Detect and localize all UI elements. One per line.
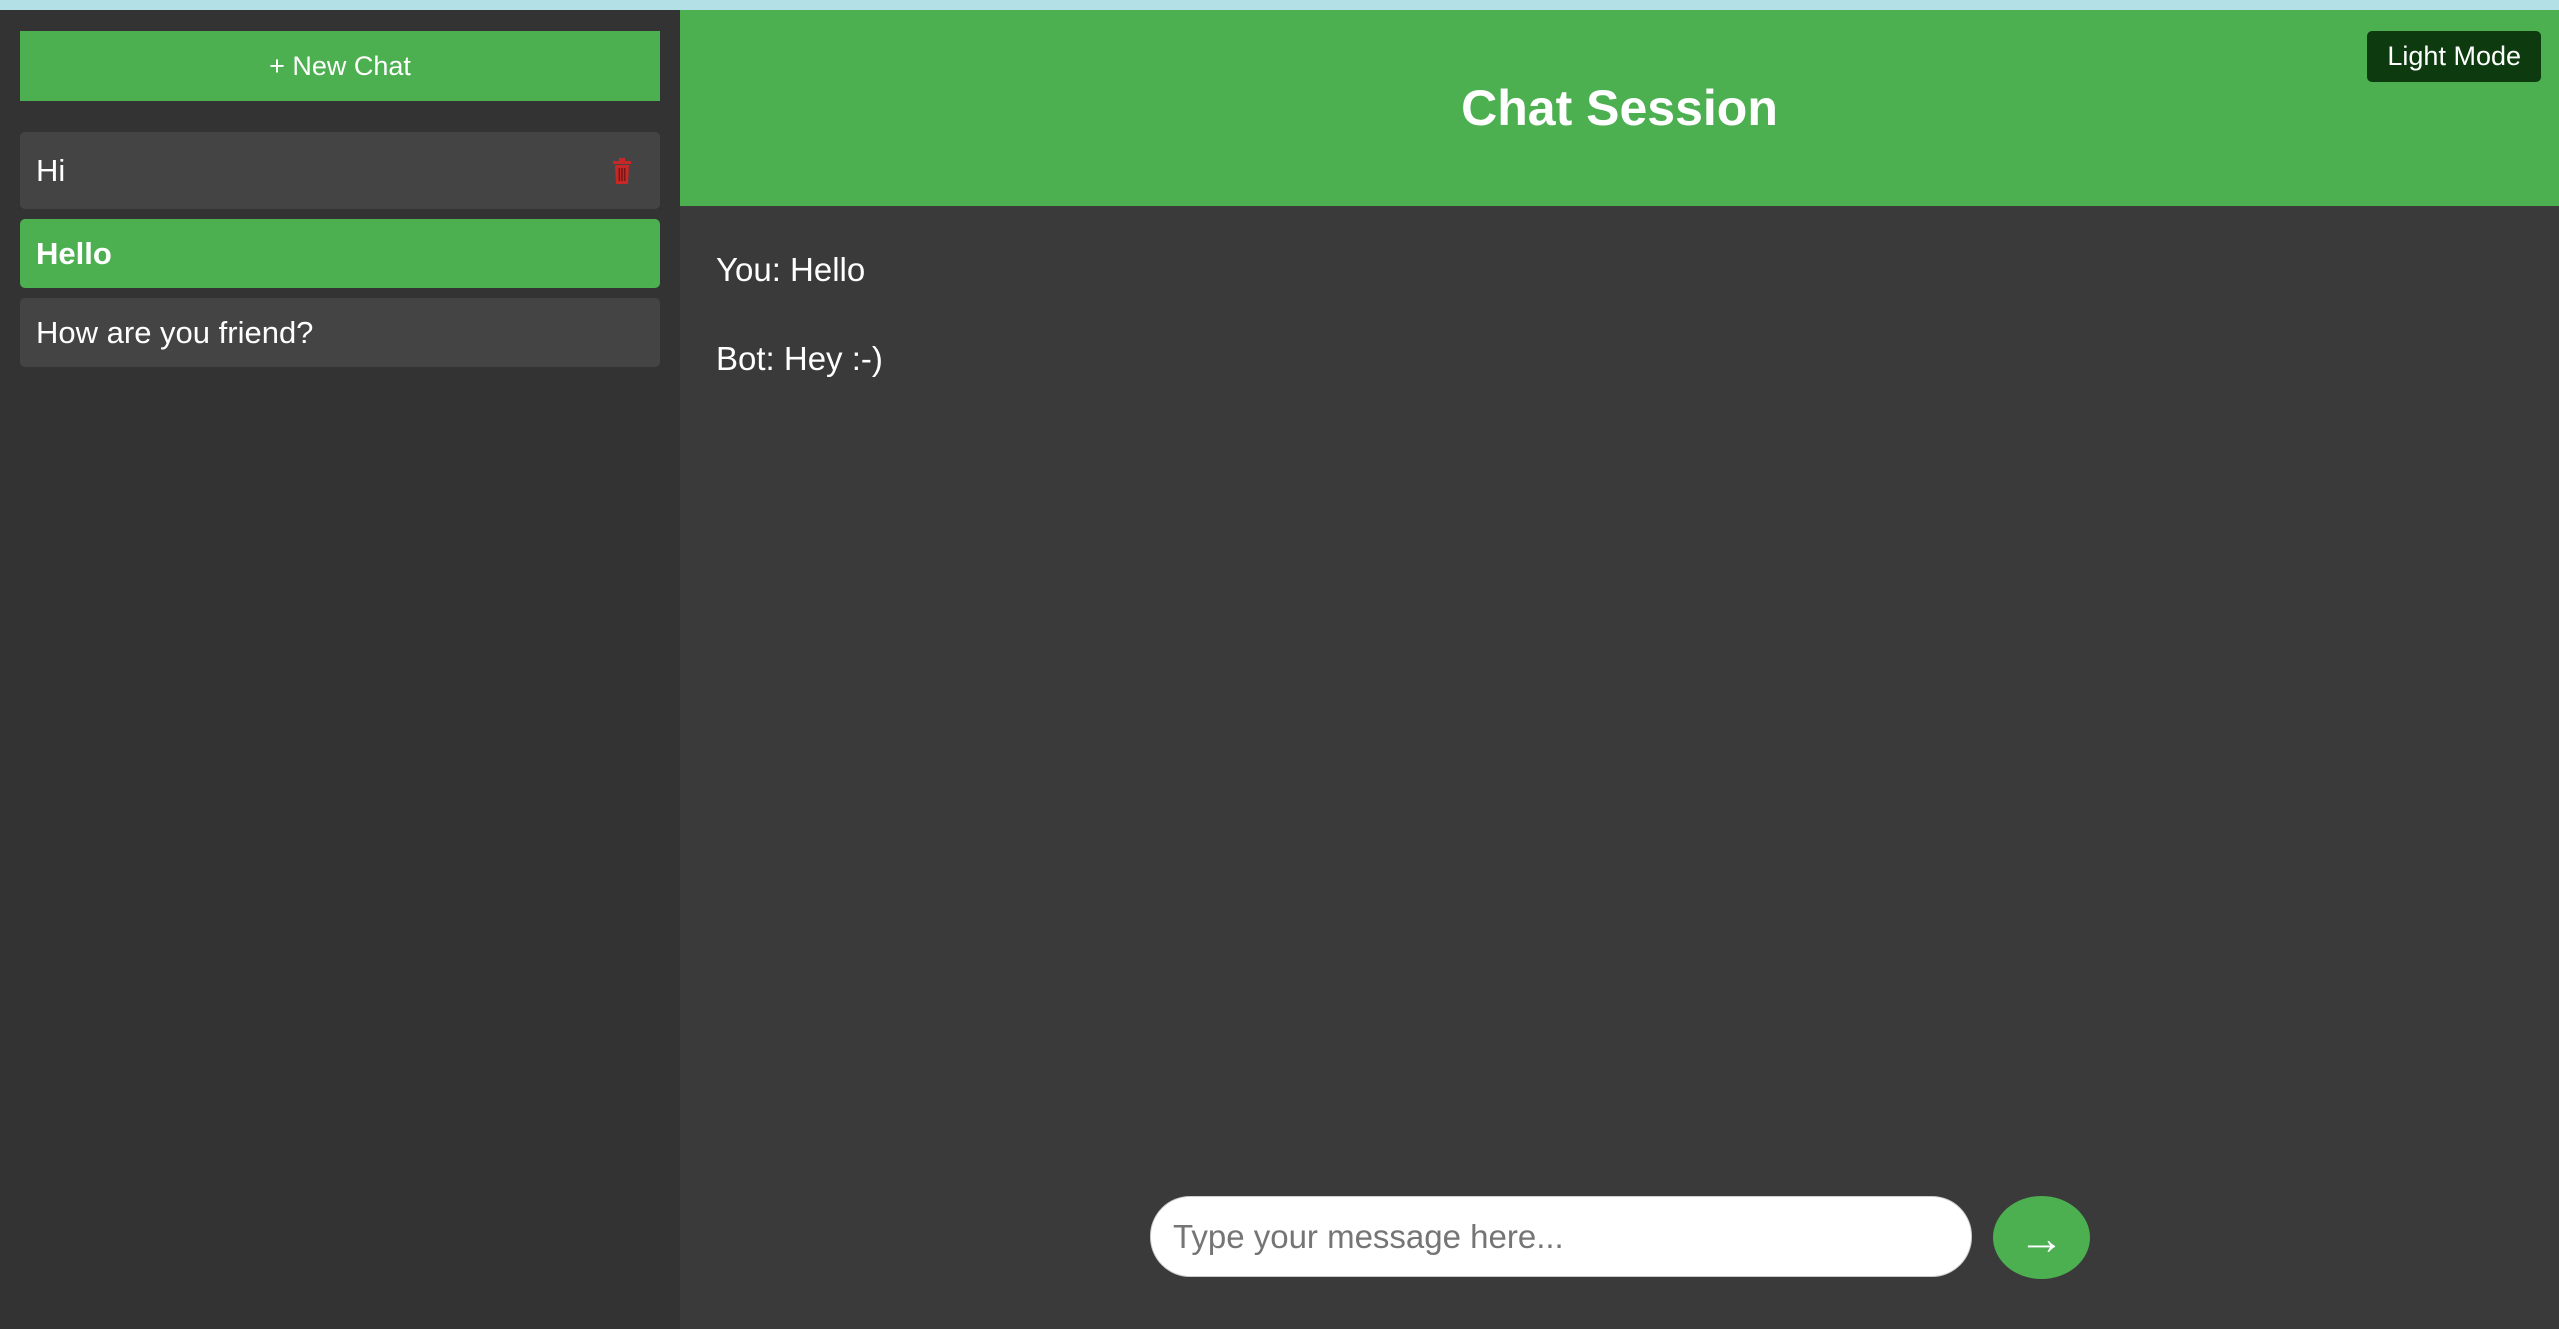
light-mode-toggle-button[interactable]: Light Mode — [2367, 31, 2541, 82]
sidebar: + New Chat Hi Hello How are you friend? — [0, 10, 680, 1329]
window-top-strip — [0, 0, 2559, 10]
message-user: You: Hello — [716, 251, 866, 288]
message-input[interactable] — [1150, 1196, 1972, 1277]
page-title: Chat Session — [1461, 80, 1778, 136]
message-list: You: Hello Bot: Hey :-) — [716, 250, 2516, 428]
trash-icon[interactable] — [612, 157, 632, 185]
chat-list-item-hello[interactable]: Hello — [20, 219, 660, 288]
chat-list-item-label: Hello — [36, 235, 112, 271]
chat-list-item-label: How are you friend? — [36, 314, 314, 350]
new-chat-button[interactable]: + New Chat — [20, 31, 660, 101]
send-button[interactable]: → — [1993, 1196, 2090, 1279]
composer: → — [1150, 1196, 2090, 1279]
chat-header: Chat Session Light Mode — [680, 10, 2559, 206]
message-bot: Bot: Hey :-) — [716, 340, 883, 377]
arrow-right-icon: → — [2018, 1211, 2065, 1264]
chat-list: Hi Hello How are you friend? — [20, 132, 660, 377]
chat-list-item-how-are-you[interactable]: How are you friend? — [20, 298, 660, 367]
chat-list-item-hi[interactable]: Hi — [20, 132, 660, 209]
chat-list-item-label: Hi — [36, 152, 66, 188]
